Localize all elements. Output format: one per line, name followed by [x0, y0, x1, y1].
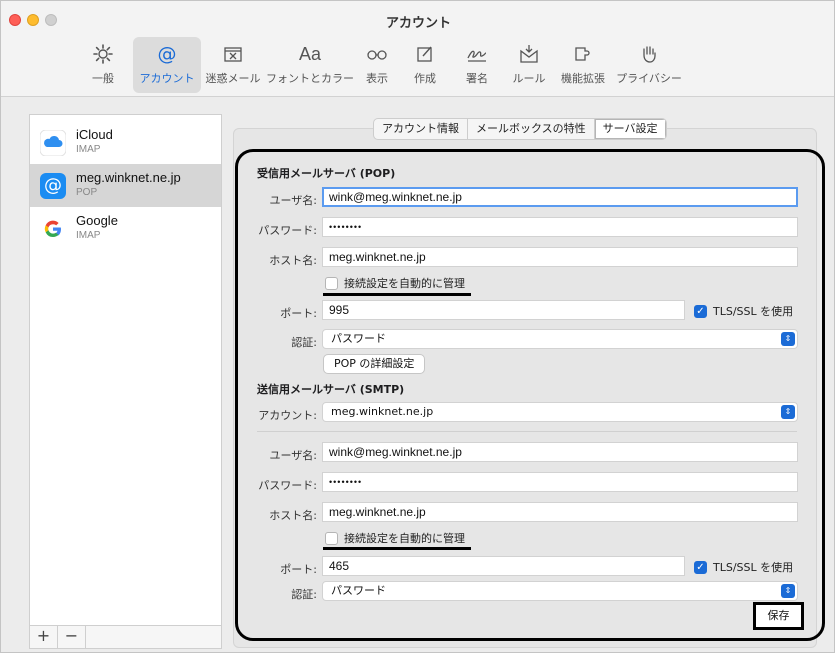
rules-icon: [517, 40, 541, 68]
toolbar-signatures[interactable]: 署名: [451, 37, 503, 93]
hand-icon: [638, 40, 660, 68]
svg-text:@: @: [158, 43, 177, 65]
google-icon: [40, 216, 66, 242]
account-item-meg-winknet[interactable]: @ meg.winknet.ne.jp POP: [30, 164, 221, 207]
account-list-footer: + −: [30, 625, 221, 648]
font-icon: Aa: [298, 43, 322, 64]
window-title: アカウント: [385, 16, 451, 31]
account-list: iCloud IMAP @ meg.winknet.ne.jp POP Goog…: [29, 114, 222, 649]
add-account-button[interactable]: +: [30, 626, 58, 648]
settings-tabs: アカウント情報 メールボックスの特性 サーバ設定: [373, 118, 667, 140]
account-item-google[interactable]: Google IMAP: [30, 207, 221, 250]
icloud-icon: [40, 130, 66, 156]
preferences-toolbar: 一般 @ アカウント 迷惑メール Aa フォントとカラー 表示 作成 署名 ルー…: [73, 37, 687, 93]
toolbar-composing[interactable]: 作成: [399, 37, 451, 93]
toolbar-accounts[interactable]: @ アカウント: [133, 37, 201, 93]
glasses-icon: [365, 40, 389, 68]
tab-server-settings[interactable]: サーバ設定: [594, 119, 666, 139]
toolbar-general[interactable]: 一般: [73, 37, 133, 93]
titlebar: アカウント 一般 @ アカウント 迷惑メール Aa フォントとカラー 表示 作成…: [1, 1, 834, 97]
compose-icon: [414, 40, 436, 68]
toolbar-privacy[interactable]: プライバシー: [611, 37, 687, 93]
annotation-highlight-frame: [235, 149, 825, 641]
remove-account-button[interactable]: −: [58, 626, 86, 648]
save-button[interactable]: 保存: [758, 606, 799, 626]
toolbar-viewing[interactable]: 表示: [355, 37, 399, 93]
toolbar-extensions[interactable]: 機能拡張: [555, 37, 611, 93]
account-item-icloud[interactable]: iCloud IMAP: [30, 121, 221, 164]
mail-preferences-window: アカウント 一般 @ アカウント 迷惑メール Aa フォントとカラー 表示 作成…: [0, 0, 835, 653]
at-icon: @: [156, 40, 178, 68]
tab-account-info[interactable]: アカウント情報: [374, 119, 468, 139]
toolbar-junk-mail[interactable]: 迷惑メール: [201, 37, 265, 93]
signature-icon: [465, 40, 489, 68]
extensions-icon: [572, 40, 594, 68]
tab-mailbox-behaviors[interactable]: メールボックスの特性: [468, 119, 595, 139]
at-icon: @: [40, 173, 66, 199]
toolbar-fonts-colors[interactable]: Aa フォントとカラー: [265, 37, 355, 93]
toolbar-rules[interactable]: ルール: [503, 37, 555, 93]
junk-tray-icon: [222, 40, 244, 68]
gear-icon: [92, 40, 114, 68]
